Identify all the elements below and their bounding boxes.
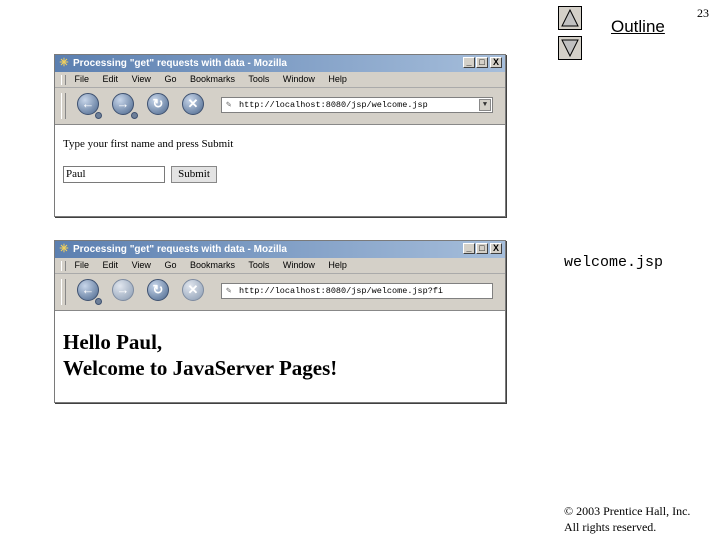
stop-button[interactable]: ✕	[182, 93, 204, 115]
address-bar-url: http://localhost:8080/jsp/welcome.jsp?fi	[239, 286, 444, 296]
reload-icon: ↻	[152, 282, 164, 297]
back-history-dropdown[interactable]	[95, 298, 102, 305]
submit-button[interactable]: Submit	[171, 166, 217, 183]
stop-icon: ✕	[187, 96, 199, 111]
first-name-input[interactable]: Paul	[63, 166, 165, 183]
forward-icon: →	[116, 282, 130, 297]
browser-window-form: ✳ Processing "get" requests with data - …	[54, 54, 506, 217]
title-bar: ✳ Processing "get" requests with data - …	[55, 55, 505, 72]
menu-file[interactable]: File	[75, 260, 90, 270]
menu-bar: File Edit View Go Bookmarks Tools Window…	[55, 258, 505, 274]
toolbar-grip[interactable]	[61, 260, 66, 271]
stop-icon: ✕	[187, 282, 199, 297]
copyright-line: All rights reserved.	[564, 520, 657, 534]
close-window-button[interactable]: X	[490, 243, 502, 254]
page-content: Type your first name and press Submit Pa…	[55, 125, 505, 216]
menu-bookmarks[interactable]: Bookmarks	[190, 260, 235, 270]
forward-button[interactable]: →	[112, 279, 134, 301]
menu-file[interactable]: File	[75, 74, 90, 84]
previous-slide-button[interactable]	[558, 6, 582, 30]
toolbar-grip[interactable]	[61, 279, 66, 305]
welcome-line: Welcome to JavaServer Pages!	[63, 356, 338, 380]
file-label: welcome.jsp	[564, 254, 664, 271]
menu-go[interactable]: Go	[164, 74, 176, 84]
toolbar-grip[interactable]	[61, 93, 66, 119]
page-icon: ✎	[226, 100, 232, 110]
maximize-button[interactable]: □	[476, 243, 488, 254]
menu-edit[interactable]: Edit	[103, 74, 119, 84]
menu-view[interactable]: View	[132, 260, 151, 270]
menu-bar: File Edit View Go Bookmarks Tools Window…	[55, 72, 505, 88]
back-history-dropdown[interactable]	[95, 112, 102, 119]
forward-history-dropdown[interactable]	[131, 112, 138, 119]
menu-tools[interactable]: Tools	[248, 260, 269, 270]
forward-icon: →	[116, 96, 130, 111]
form-prompt: Type your first name and press Submit	[63, 138, 234, 150]
reload-icon: ↻	[152, 96, 164, 111]
copyright-notice: © 2003 Prentice Hall, Inc. All rights re…	[564, 503, 690, 535]
back-icon: ←	[81, 282, 95, 297]
navigation-toolbar: ← → ↻ ✕ ✎ http://localhost:8080/jsp/welco…	[55, 88, 505, 125]
menu-help[interactable]: Help	[328, 74, 347, 84]
reload-button[interactable]: ↻	[147, 279, 169, 301]
close-window-button[interactable]: X	[490, 57, 502, 68]
back-icon: ←	[81, 96, 95, 111]
mozilla-icon: ✳	[59, 243, 69, 255]
menu-window[interactable]: Window	[283, 260, 315, 270]
triangle-down-icon	[561, 39, 579, 57]
title-bar: ✳ Processing "get" requests with data - …	[55, 241, 505, 258]
browser-window-result: ✳ Processing "get" requests with data - …	[54, 240, 506, 403]
menu-tools[interactable]: Tools	[248, 74, 269, 84]
navigation-toolbar: ← → ↻ ✕ ✎ http://localhost:8080/jsp/welco…	[55, 274, 505, 311]
outline-link[interactable]: Outline	[611, 17, 665, 37]
window-title: Processing "get" requests with data - Mo…	[73, 244, 287, 255]
mozilla-icon: ✳	[59, 57, 69, 69]
window-title: Processing "get" requests with data - Mo…	[73, 58, 287, 69]
menu-edit[interactable]: Edit	[103, 260, 119, 270]
triangle-up-icon	[561, 9, 579, 27]
next-slide-button[interactable]	[558, 36, 582, 60]
minimize-button[interactable]: _	[463, 243, 475, 254]
copyright-line: © 2003 Prentice Hall, Inc.	[564, 504, 691, 518]
toolbar-grip[interactable]	[61, 74, 66, 85]
menu-bookmarks[interactable]: Bookmarks	[190, 74, 235, 84]
stop-button[interactable]: ✕	[182, 279, 204, 301]
slide-number: 23	[697, 6, 709, 20]
page-icon: ✎	[226, 286, 232, 296]
page-content: Hello Paul, Welcome to JavaServer Pages!	[55, 311, 505, 402]
menu-help[interactable]: Help	[328, 260, 347, 270]
greeting-message: Hello Paul, Welcome to JavaServer Pages!	[63, 329, 337, 381]
menu-view[interactable]: View	[132, 74, 151, 84]
reload-button[interactable]: ↻	[147, 93, 169, 115]
address-bar[interactable]: ✎ http://localhost:8080/jsp/welcome.jsp ▼	[221, 97, 493, 113]
address-dropdown-button[interactable]: ▼	[479, 99, 491, 111]
maximize-button[interactable]: □	[476, 57, 488, 68]
address-bar-url: http://localhost:8080/jsp/welcome.jsp	[239, 100, 428, 110]
minimize-button[interactable]: _	[463, 57, 475, 68]
forward-button[interactable]: →	[112, 93, 134, 115]
menu-window[interactable]: Window	[283, 74, 315, 84]
address-bar[interactable]: ✎ http://localhost:8080/jsp/welcome.jsp?f…	[221, 283, 493, 299]
greeting-line: Hello Paul,	[63, 330, 163, 354]
menu-go[interactable]: Go	[164, 260, 176, 270]
